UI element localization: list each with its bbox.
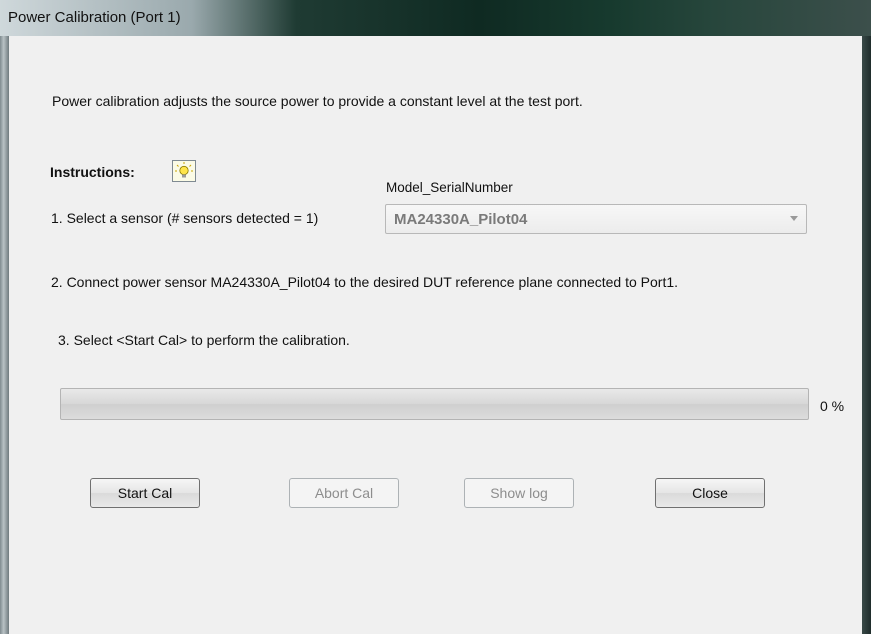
instructions-label: Instructions:	[50, 164, 135, 180]
sensor-column-label: Model_SerialNumber	[386, 180, 513, 195]
start-cal-button[interactable]: Start Cal	[90, 478, 200, 508]
sensor-select-value: MA24330A_Pilot04	[394, 211, 528, 228]
abort-cal-button[interactable]: Abort Cal	[289, 478, 399, 508]
show-log-button[interactable]: Show log	[464, 478, 574, 508]
step-3-text: 3. Select <Start Cal> to perform the cal…	[58, 332, 350, 348]
lightbulb-icon[interactable]	[172, 160, 196, 182]
window-title: Power Calibration (Port 1)	[8, 9, 181, 26]
sensor-select[interactable]: MA24330A_Pilot04	[385, 204, 807, 234]
progress-percent-label: 0 %	[820, 398, 845, 414]
chevron-down-icon[interactable]	[790, 216, 798, 221]
dialog-body: Power calibration adjusts the source pow…	[9, 36, 862, 634]
dialog-window: Power Calibration (Port 1) Power calibra…	[0, 0, 871, 634]
step-2-text: 2. Connect power sensor MA24330A_Pilot04…	[51, 274, 679, 290]
window-border-left	[0, 36, 9, 634]
step-1-text: 1. Select a sensor (# sensors detected =…	[51, 210, 319, 226]
calibration-progress-bar	[60, 388, 809, 420]
title-bar[interactable]: Power Calibration (Port 1)	[0, 0, 871, 36]
intro-text: Power calibration adjusts the source pow…	[52, 93, 583, 109]
window-border-right	[862, 36, 871, 634]
close-button[interactable]: Close	[655, 478, 765, 508]
